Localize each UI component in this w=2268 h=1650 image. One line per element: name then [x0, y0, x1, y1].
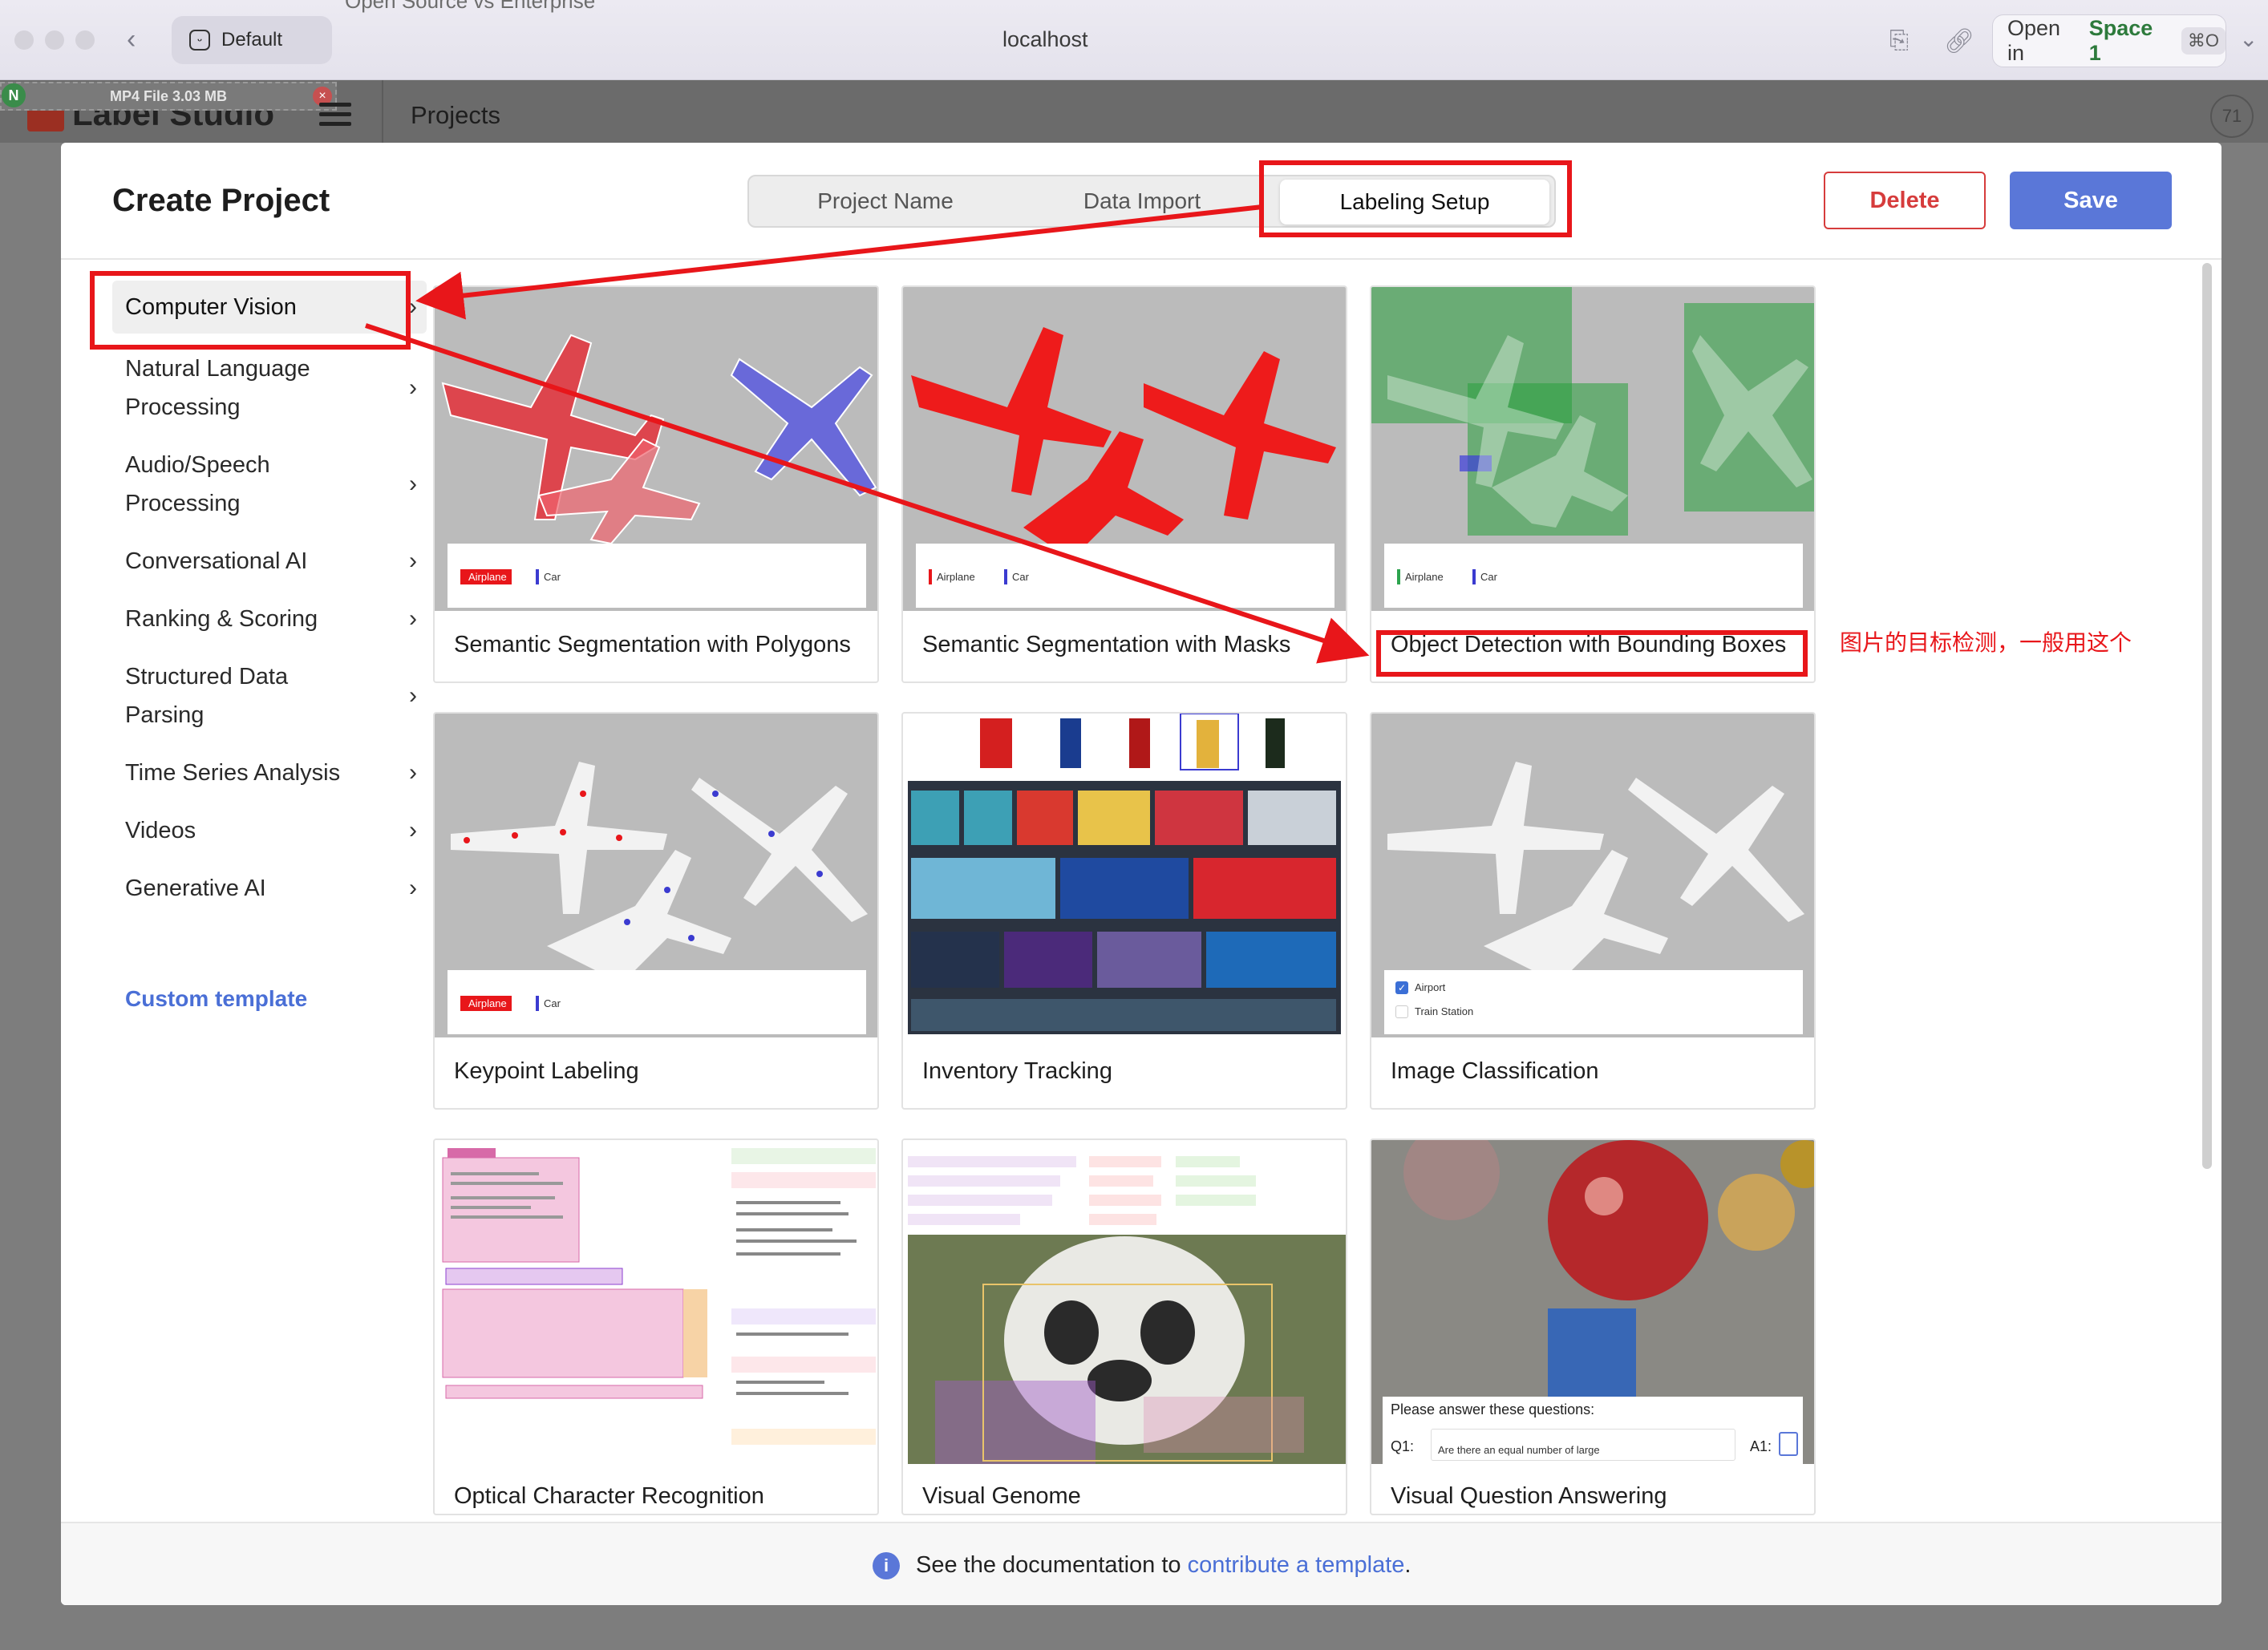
- arrow-to-computer-vision: [415, 204, 1263, 320]
- annotation-note: 图片的目标检测，一般用这个: [1840, 630, 2132, 655]
- annotation-arrows: [365, 204, 1370, 664]
- arrow-to-object-detection: [365, 323, 1370, 664]
